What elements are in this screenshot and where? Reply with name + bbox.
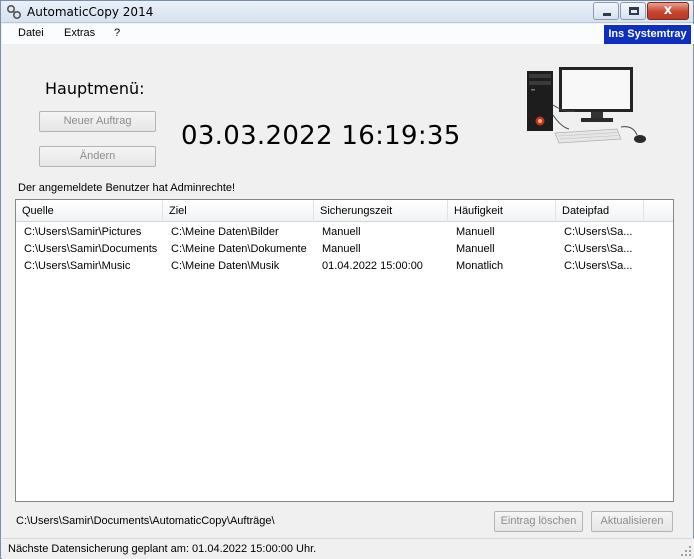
menu-help[interactable]: ? <box>114 27 120 39</box>
column-source[interactable]: Quelle <box>16 200 163 222</box>
table-row[interactable]: C:\Users\Samir\Documents C:\Meine Daten\… <box>16 241 673 258</box>
cell-source: C:\Users\Samir\Pictures <box>24 226 142 238</box>
window-title: AutomaticCopy 2014 <box>27 5 154 19</box>
minimize-button[interactable] <box>593 2 619 20</box>
refresh-button[interactable]: Aktualisieren <box>591 511 673 532</box>
jobs-list-header: Quelle Ziel Sicherungszeit Häufigkeit Da… <box>16 200 673 222</box>
resize-grip-icon[interactable] <box>680 545 692 557</box>
jobs-list[interactable]: Quelle Ziel Sicherungszeit Häufigkeit Da… <box>15 199 674 502</box>
new-job-button[interactable]: Neuer Auftrag <box>39 111 156 132</box>
cell-frequency: Manuell <box>456 243 495 255</box>
cell-backup-time: 01.04.2022 15:00:00 <box>322 260 423 272</box>
column-backup-time[interactable]: Sicherungszeit <box>314 200 448 222</box>
jobs-folder-path: C:\Users\Samir\Documents\AutomaticCopy\A… <box>16 515 275 527</box>
edit-button[interactable]: Ändern <box>39 146 156 167</box>
cell-target: C:\Meine Daten\Bilder <box>171 226 279 238</box>
table-row[interactable]: C:\Users\Samir\Pictures C:\Meine Daten\B… <box>16 224 673 241</box>
maximize-icon <box>629 7 639 15</box>
systray-button[interactable]: Ins Systemtray <box>604 25 691 44</box>
clock-display: 03.03.2022 16:19:35 <box>181 121 461 151</box>
menu-datei[interactable]: Datei <box>18 27 44 39</box>
computer-icon <box>527 67 646 144</box>
cell-source: C:\Users\Samir\Documents <box>24 243 158 255</box>
cell-file-path: C:\Users\Sa... <box>564 243 633 255</box>
status-bar: Nächste Datensicherung geplant am: 01.04… <box>2 538 694 559</box>
menu-bar: Datei Extras ? Ins Systemtray <box>2 24 694 44</box>
app-icon <box>6 4 22 20</box>
cell-backup-time: Manuell <box>322 226 361 238</box>
column-file-path[interactable]: Dateipfad <box>556 200 644 222</box>
menu-extras[interactable]: Extras <box>64 27 95 39</box>
close-icon: x <box>663 3 673 18</box>
cell-target: C:\Meine Daten\Musik <box>171 260 280 272</box>
cell-source: C:\Users\Samir\Music <box>24 260 131 272</box>
page-title: Hauptmenü: <box>45 79 145 98</box>
table-row[interactable]: C:\Users\Samir\Music C:\Meine Daten\Musi… <box>16 258 673 275</box>
close-button[interactable]: x <box>647 2 689 20</box>
cell-backup-time: Manuell <box>322 243 361 255</box>
cell-frequency: Manuell <box>456 226 495 238</box>
title-bar[interactable]: AutomaticCopy 2014 x <box>1 1 693 23</box>
column-target[interactable]: Ziel <box>163 200 314 222</box>
app-window: AutomaticCopy 2014 x Datei Extras ? Ins … <box>0 0 694 559</box>
cell-file-path: C:\Users\Sa... <box>564 260 633 272</box>
window-controls: x <box>592 2 689 20</box>
minimize-icon <box>603 13 611 16</box>
column-frequency[interactable]: Häufigkeit <box>448 200 556 222</box>
maximize-button[interactable] <box>620 2 646 20</box>
admin-note: Der angemeldete Benutzer hat Adminrechte… <box>18 182 236 194</box>
delete-entry-button[interactable]: Eintrag löschen <box>494 511 583 532</box>
cell-frequency: Monatlich <box>456 260 504 272</box>
status-text: Nächste Datensicherung geplant am: 01.04… <box>8 543 317 555</box>
cell-file-path: C:\Users\Sa... <box>564 226 633 238</box>
cell-target: C:\Meine Daten\Dokumente <box>171 243 307 255</box>
